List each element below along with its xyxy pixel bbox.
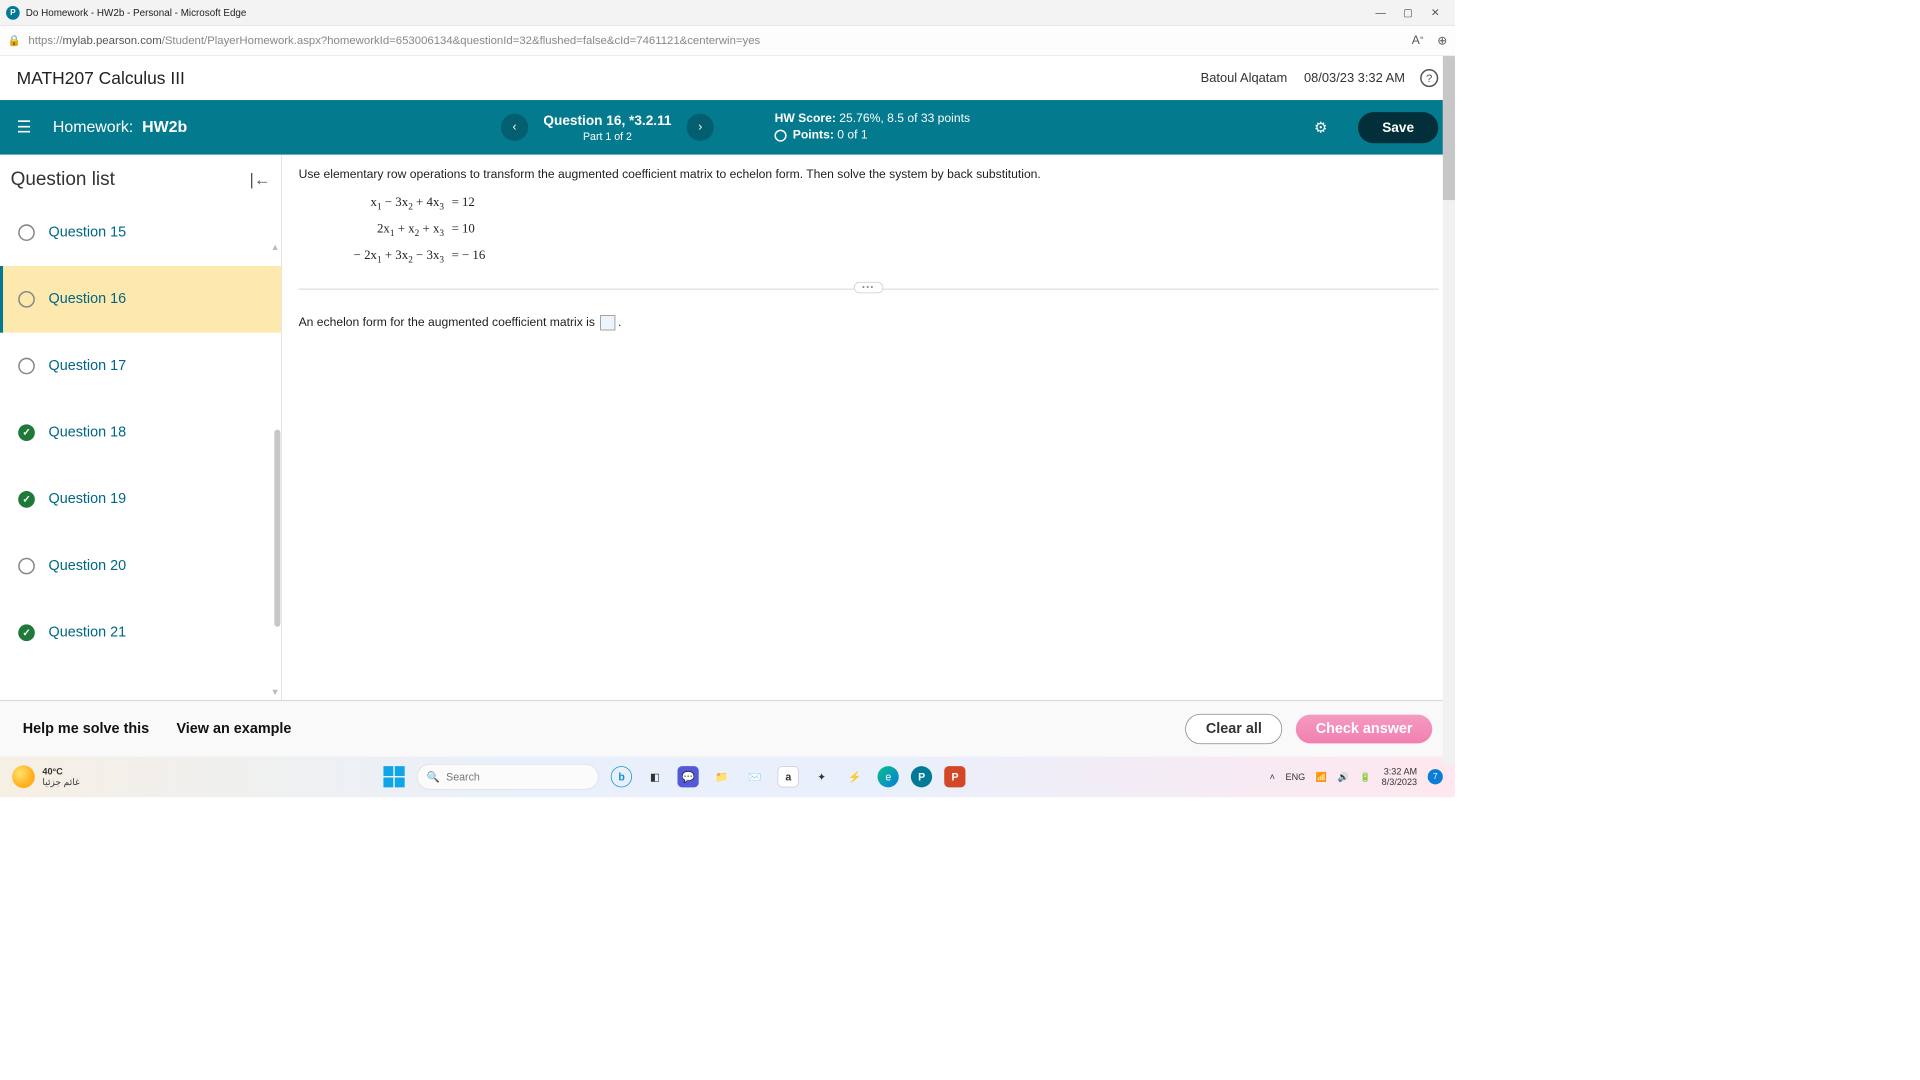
scroll-up-arrow[interactable]: ▲: [271, 242, 280, 253]
mail-icon[interactable]: ✉️: [744, 766, 765, 787]
battery-icon[interactable]: 🔋: [1360, 771, 1371, 782]
status-icon-empty: [18, 358, 35, 375]
question-title: Question 16, *3.2.11: [543, 113, 671, 129]
amazon-icon[interactable]: a: [778, 766, 799, 787]
check-answer-button[interactable]: Check answer: [1296, 714, 1432, 743]
volume-icon[interactable]: 🔊: [1338, 771, 1349, 782]
equation-system: x1 − 3x2 + 4x3=12 2x1 + x2 + x3=10 − 2x1…: [336, 189, 1438, 268]
wifi-icon[interactable]: 📶: [1316, 771, 1327, 782]
edge-icon[interactable]: e: [878, 766, 899, 787]
homework-label: Homework: HW2b: [53, 118, 187, 136]
save-button[interactable]: Save: [1358, 112, 1438, 143]
question-part: Part 1 of 2: [543, 130, 671, 142]
expand-dots-icon[interactable]: •••: [854, 282, 883, 293]
lock-icon: 🔒: [8, 34, 21, 47]
answer-blank-input[interactable]: [601, 315, 616, 330]
pearson-favicon: P: [6, 6, 20, 20]
taskbar-search[interactable]: 🔍Search: [417, 764, 599, 790]
question-content: Use elementary row operations to transfo…: [282, 155, 1455, 701]
status-icon-done: ✓: [18, 491, 35, 508]
windows-taskbar: 40°Cغائم جزئيا 🔍Search b ◧ 💬 📁 ✉️ a ✦ ⚡ …: [0, 756, 1455, 797]
zoom-icon[interactable]: ⊕: [1437, 33, 1447, 48]
question-list-sidebar: Question list |← ▲ Question 15 Question …: [0, 155, 282, 701]
page-header: MATH207 Calculus III Batoul Alqatam 08/0…: [0, 56, 1455, 100]
weather-icon: [12, 765, 35, 788]
section-divider: •••: [299, 288, 1439, 289]
datetime: 08/03/23 3:32 AM: [1304, 70, 1405, 85]
taskview-icon[interactable]: ◧: [644, 766, 665, 787]
status-icon-done: ✓: [18, 424, 35, 441]
question-item-15[interactable]: Question 15: [0, 199, 281, 266]
language-indicator[interactable]: ENG: [1286, 771, 1306, 782]
question-info: Question 16, *3.2.11 Part 1 of 2: [543, 113, 671, 143]
question-item-21[interactable]: ✓ Question 21: [0, 599, 281, 666]
powerpoint-icon[interactable]: P: [944, 766, 965, 787]
settings-icon[interactable]: ⚙: [1314, 118, 1328, 137]
status-icon-empty: [18, 558, 35, 575]
help-solve-link[interactable]: Help me solve this: [23, 720, 149, 737]
homework-toolbar: ☰ Homework: HW2b ‹ Question 16, *3.2.11 …: [0, 100, 1455, 155]
score-block: HW Score: 25.76%, 8.5 of 33 points Point…: [775, 110, 970, 144]
answer-line: An echelon form for the augmented coeffi…: [299, 315, 1439, 330]
status-icon-empty: [18, 224, 35, 241]
course-name: MATH207 Calculus III: [17, 68, 1201, 88]
minimize-button[interactable]: ―: [1367, 6, 1394, 18]
clear-all-button[interactable]: Clear all: [1185, 713, 1282, 743]
status-icon-empty: [18, 291, 35, 308]
collapse-sidebar-icon[interactable]: |←: [250, 169, 271, 189]
window-titlebar: P Do Homework - HW2b - Personal - Micros…: [0, 0, 1455, 26]
points-status-icon: [775, 130, 787, 142]
clock[interactable]: 3:32 AM8/3/2023: [1382, 766, 1417, 788]
user-name: Batoul Alqatam: [1201, 70, 1288, 85]
question-item-17[interactable]: Question 17: [0, 333, 281, 400]
footer-bar: Help me solve this View an example Clear…: [0, 700, 1455, 756]
url-text[interactable]: https://mylab.pearson.com/Student/Player…: [28, 34, 1398, 47]
status-icon-done: ✓: [18, 624, 35, 641]
next-question-button[interactable]: ›: [687, 114, 714, 141]
weather-widget[interactable]: 40°Cغائم جزئيا: [12, 765, 80, 788]
view-example-link[interactable]: View an example: [176, 720, 291, 737]
instruction-text: Use elementary row operations to transfo…: [299, 168, 1439, 182]
pearson-icon[interactable]: P: [911, 766, 932, 787]
question-item-20[interactable]: Question 20: [0, 533, 281, 600]
sidebar-title: Question list: [11, 168, 250, 190]
maximize-button[interactable]: ▢: [1394, 6, 1421, 19]
question-item-16[interactable]: Question 16: [0, 266, 281, 333]
page-scrollbar[interactable]: [1443, 56, 1455, 765]
help-icon[interactable]: ?: [1420, 69, 1438, 87]
page-scrollbar-thumb[interactable]: [1443, 56, 1455, 200]
question-item-18[interactable]: ✓ Question 18: [0, 399, 281, 466]
chat-icon[interactable]: 💬: [678, 766, 699, 787]
scroll-down-arrow[interactable]: ▼: [271, 687, 280, 698]
tray-chevron-icon[interactable]: ˄: [1270, 771, 1275, 782]
close-button[interactable]: ✕: [1422, 6, 1449, 19]
address-bar: 🔒 https://mylab.pearson.com/Student/Play…: [0, 26, 1455, 56]
explorer-icon[interactable]: 📁: [711, 766, 732, 787]
notification-badge[interactable]: 7: [1428, 769, 1443, 784]
bing-icon[interactable]: b: [611, 766, 632, 787]
question-item-19[interactable]: ✓ Question 19: [0, 466, 281, 533]
start-button[interactable]: [384, 766, 405, 787]
prev-question-button[interactable]: ‹: [501, 114, 528, 141]
lightning-icon[interactable]: ⚡: [844, 766, 865, 787]
menu-icon[interactable]: ☰: [17, 117, 32, 137]
window-title: Do Homework - HW2b - Personal - Microsof…: [26, 7, 1367, 18]
sidebar-scrollbar-thumb[interactable]: [274, 430, 280, 627]
question-list: ▲ Question 15 Question 16 Question 17 ✓ …: [0, 199, 281, 700]
reading-mode-icon[interactable]: A»: [1412, 33, 1424, 48]
dropbox-icon[interactable]: ✦: [811, 766, 832, 787]
search-icon: 🔍: [427, 770, 440, 783]
main-area: Question list |← ▲ Question 15 Question …: [0, 155, 1455, 701]
